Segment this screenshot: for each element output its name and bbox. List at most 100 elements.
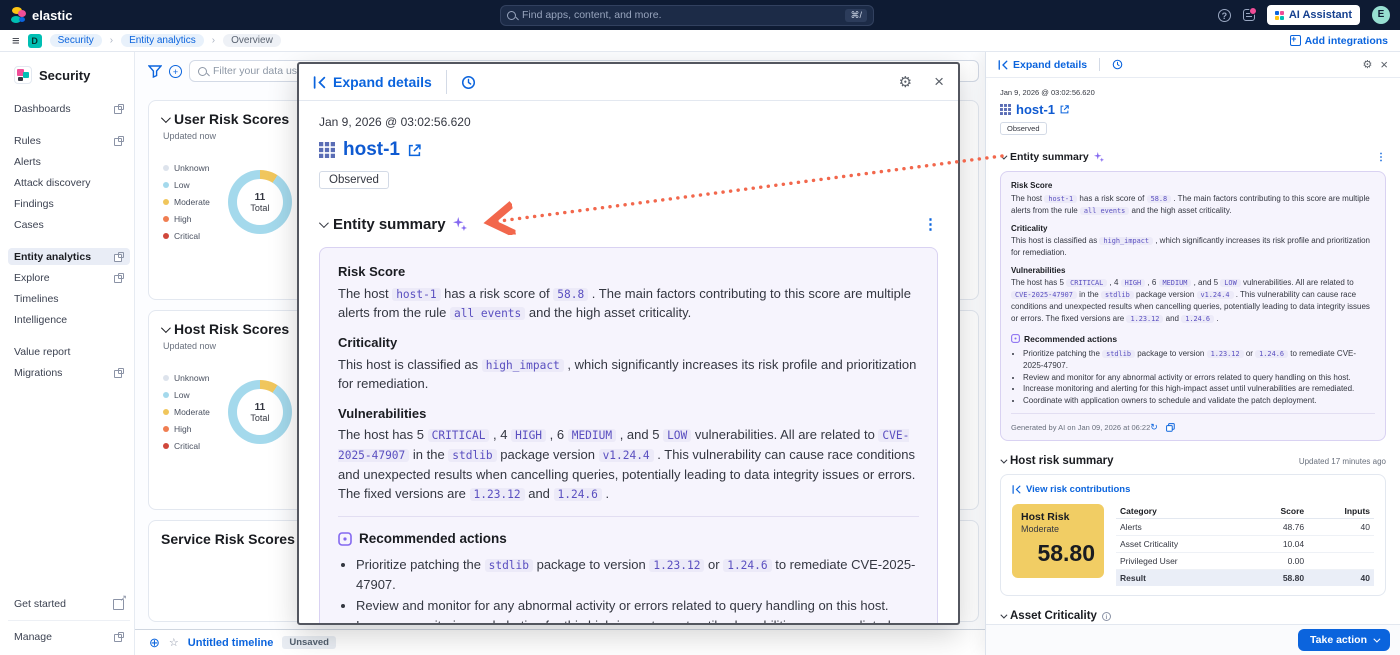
chevron-down-icon[interactable]	[1000, 152, 1007, 159]
criticality-heading: Criticality	[338, 333, 919, 353]
info-icon[interactable]: i	[1102, 612, 1111, 621]
app-header: Security	[14, 66, 124, 84]
host-grid-icon	[1000, 104, 1011, 115]
expand-details-button[interactable]: Expand details	[313, 74, 432, 90]
more-actions-icon[interactable]: ⋮	[923, 215, 938, 233]
event-timestamp: Jan 9, 2026 @ 03:02:56.620	[319, 115, 938, 129]
gear-icon[interactable]: ⚙	[899, 73, 912, 91]
chevron-down-icon[interactable]	[1000, 457, 1007, 464]
search-icon	[198, 67, 207, 76]
sidebar-item-migrations[interactable]: Migrations	[8, 364, 130, 381]
newsfeed-icon[interactable]	[1243, 9, 1255, 21]
breadcrumb-bar: ≡ D Security › Entity analytics › Overvi…	[0, 30, 1400, 52]
user-risk-title: User Risk Scores	[174, 111, 289, 127]
user-risk-donut-chart[interactable]: 11Total	[228, 170, 292, 234]
sidebar-item-intelligence[interactable]: Intelligence	[8, 311, 130, 328]
regenerate-icon[interactable]: ↻	[1150, 421, 1158, 434]
expand-details-button[interactable]: Expand details	[998, 59, 1087, 71]
host-risk-title: Host Risk Scores	[174, 321, 289, 337]
favorite-icon[interactable]: ☆	[169, 636, 179, 649]
entity-summary-title: Entity summary	[333, 216, 446, 233]
sidebar-item-findings[interactable]: Findings	[8, 195, 130, 212]
host-risk-level: Moderate	[1021, 524, 1095, 534]
security-logo-icon	[14, 66, 32, 84]
flyout-body: Jan 9, 2026 @ 03:02:56.620 host-1 Observ…	[986, 78, 1400, 624]
user-avatar[interactable]: E	[1372, 6, 1390, 24]
sidebar-item-entity-analytics[interactable]: Entity analytics	[8, 248, 130, 265]
divider	[1099, 58, 1100, 71]
space-avatar[interactable]: D	[28, 34, 42, 48]
sidebar-item-alerts[interactable]: Alerts	[8, 153, 130, 170]
close-icon[interactable]: ×	[934, 72, 944, 92]
external-link-icon[interactable]	[1060, 105, 1069, 114]
add-timeline-icon[interactable]: ⊕	[149, 635, 160, 651]
sidebar-item-explore[interactable]: Explore	[8, 269, 130, 286]
breadcrumb-overview[interactable]: Overview	[223, 34, 281, 47]
timeline-bottom-bar: ⊕ ☆ Untitled timeline Unsaved	[135, 629, 985, 655]
vulnerabilities-heading: Vulnerabilities	[338, 404, 919, 424]
chevron-down-icon	[1373, 635, 1380, 642]
legend-dot-critical	[163, 443, 169, 449]
sidebar-item-manage[interactable]: Manage	[8, 627, 130, 647]
open-panel-icon	[114, 632, 124, 642]
risk-legend: Unknown Low Moderate High Critical	[163, 373, 210, 451]
divider	[1011, 413, 1375, 414]
ai-assistant-icon	[1275, 11, 1284, 20]
service-risk-title: Service Risk Scores	[161, 531, 295, 547]
host-name-link[interactable]: host-1	[343, 139, 400, 161]
flyout-footer: Take action	[986, 624, 1400, 655]
legend-dot-critical	[163, 233, 169, 239]
legend-dot-moderate	[163, 199, 169, 205]
add-integrations-link[interactable]: Add integrations	[1290, 35, 1388, 47]
vulnerabilities-text: The host has 5 CRITICAL , 4 HIGH , 6 MED…	[1011, 277, 1375, 325]
breadcrumb-entity-analytics[interactable]: Entity analytics	[121, 34, 204, 47]
add-integrations-icon	[1290, 35, 1301, 46]
recommended-actions-list: Prioritize patching the stdlib package t…	[1011, 348, 1375, 406]
chevron-down-icon[interactable]	[161, 323, 171, 333]
expand-left-icon	[1012, 485, 1021, 494]
breadcrumb-separator: ›	[110, 35, 113, 46]
expanded-entity-flyout: Expand details ⚙ × Jan 9, 2026 @ 03:02:5…	[297, 62, 960, 625]
open-panel-icon	[114, 252, 124, 262]
history-icon[interactable]	[1112, 59, 1123, 70]
global-search-input[interactable]: Find apps, content, and more. ⌘/	[500, 5, 874, 26]
take-action-button[interactable]: Take action	[1298, 629, 1390, 651]
saved-query-icon[interactable]: +	[169, 65, 182, 78]
more-actions-icon[interactable]: ⋮	[1376, 152, 1386, 163]
history-icon[interactable]	[461, 75, 476, 90]
sidebar-item-cases[interactable]: Cases	[8, 216, 130, 233]
external-link-icon[interactable]	[408, 144, 421, 157]
risk-score-heading: Risk Score	[1011, 180, 1375, 192]
legend-dot-low	[163, 182, 169, 188]
chevron-down-icon[interactable]	[319, 218, 329, 228]
search-icon	[507, 11, 516, 20]
table-row: Asset Criticality10.04	[1116, 536, 1374, 553]
launch-icon	[113, 599, 124, 610]
sidebar-item-timelines[interactable]: Timelines	[8, 290, 130, 307]
view-risk-contributions-link[interactable]: View risk contributions	[1012, 484, 1374, 495]
recommended-actions-list: Prioritize patching the stdlib package t…	[338, 555, 919, 623]
sidebar-item-value-report[interactable]: Value report	[8, 343, 130, 360]
sidebar-item-dashboards[interactable]: Dashboards	[8, 100, 130, 117]
host-risk-donut-chart[interactable]: 11Total	[228, 380, 292, 444]
chevron-down-icon[interactable]	[161, 113, 171, 123]
host-name-link[interactable]: host-1	[1016, 102, 1055, 117]
copy-icon[interactable]	[1166, 423, 1175, 432]
elastic-brand[interactable]: elastic	[10, 7, 72, 23]
observed-badge: Observed	[1000, 122, 1047, 135]
recommended-action-item: Review and monitor for any abnormal acti…	[356, 596, 919, 616]
chevron-down-icon[interactable]	[1000, 612, 1007, 619]
close-icon[interactable]: ×	[1380, 57, 1388, 72]
timeline-title-link[interactable]: Untitled timeline	[188, 637, 274, 649]
menu-icon[interactable]: ≡	[12, 34, 20, 47]
divider	[446, 70, 447, 94]
ai-assistant-button[interactable]: AI Assistant	[1267, 5, 1360, 25]
host-risk-score-box: Host Risk Moderate 58.80	[1012, 504, 1104, 578]
sidebar-item-attack-discovery[interactable]: Attack discovery	[8, 174, 130, 191]
filter-icon[interactable]	[148, 65, 162, 78]
sidebar-item-rules[interactable]: Rules	[8, 132, 130, 149]
help-icon[interactable]: ?	[1218, 9, 1231, 22]
sidebar-item-get-started[interactable]: Get started	[8, 594, 130, 614]
breadcrumb-security[interactable]: Security	[50, 34, 102, 47]
gear-icon[interactable]: ⚙	[1363, 58, 1373, 71]
